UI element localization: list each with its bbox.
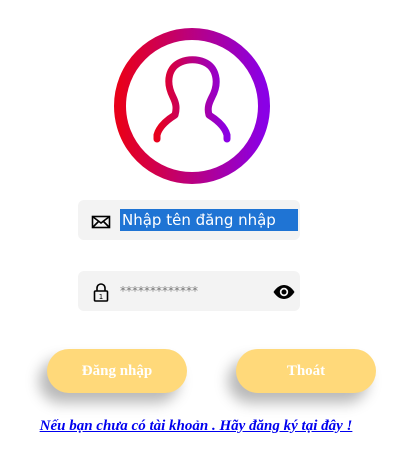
login-button[interactable]: Đăng nhập xyxy=(47,349,187,393)
password-field: 1 xyxy=(78,271,300,311)
login-page: 1 Đăng nhập Thoát Nếu bạn chưa có tài kh… xyxy=(0,0,408,453)
eye-icon[interactable] xyxy=(272,281,296,303)
register-link[interactable]: Nếu bạn chưa có tài khoản . Hãy đăng ký … xyxy=(0,418,392,435)
username-field xyxy=(78,200,300,240)
lock-icon: 1 xyxy=(93,283,109,302)
svg-text:1: 1 xyxy=(99,293,103,301)
envelope-icon xyxy=(91,215,111,229)
user-avatar-icon xyxy=(114,28,270,184)
username-input[interactable] xyxy=(120,209,298,231)
exit-button[interactable]: Thoát xyxy=(236,349,376,393)
password-input[interactable] xyxy=(120,280,270,302)
